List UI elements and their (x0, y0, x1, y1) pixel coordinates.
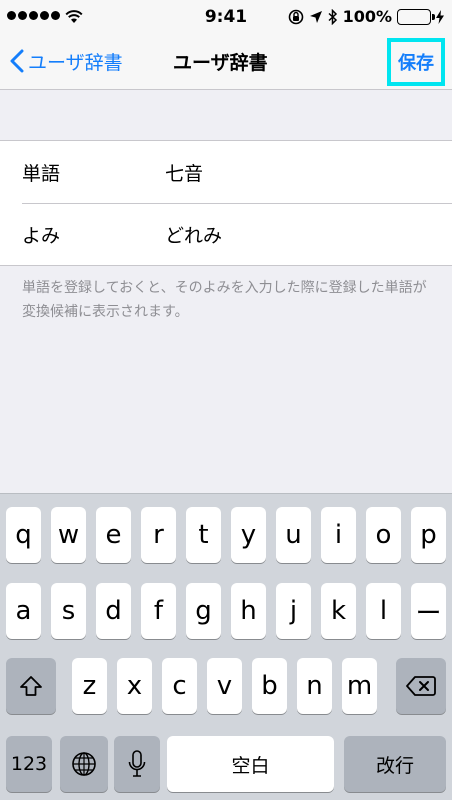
charging-bolt-icon (436, 9, 444, 24)
back-button[interactable]: ユーザ辞書 (10, 44, 123, 78)
key-j[interactable]: j (276, 583, 311, 639)
battery-icon (397, 8, 435, 25)
globe-key[interactable] (60, 736, 108, 792)
key-t[interactable]: t (186, 507, 221, 563)
battery-percent: 100% (342, 7, 392, 26)
key-long-vowel[interactable]: ー (411, 583, 446, 639)
key-c[interactable]: c (162, 658, 197, 714)
dictation-key[interactable] (114, 736, 160, 792)
page-title: ユーザ辞書 (173, 52, 268, 74)
numbers-key[interactable]: 123 (6, 736, 52, 792)
navigation-bar: ユーザ辞書 ユーザ辞書 保存 (0, 34, 452, 90)
reading-label: よみ (22, 224, 61, 247)
reading-input[interactable] (165, 223, 435, 245)
key-k[interactable]: k (321, 583, 356, 639)
keyboard: q w e r t y u i o p a s d f g h j k l ー … (0, 493, 452, 800)
shift-arrow-icon (20, 676, 42, 696)
key-e[interactable]: e (96, 507, 131, 563)
key-u[interactable]: u (276, 507, 311, 563)
status-bar: 9:41 100% (0, 0, 452, 34)
key-g[interactable]: g (186, 583, 221, 639)
status-right: 100% (288, 7, 444, 26)
back-button-label: ユーザ辞書 (28, 51, 123, 74)
save-button[interactable]: 保存 (387, 38, 445, 86)
key-w[interactable]: w (51, 507, 86, 563)
key-x[interactable]: x (117, 658, 152, 714)
shift-key[interactable] (6, 658, 56, 714)
key-p[interactable]: p (411, 507, 446, 563)
key-l[interactable]: l (366, 583, 401, 639)
key-m[interactable]: m (342, 658, 377, 714)
return-key[interactable]: 改行 (344, 736, 446, 792)
key-v[interactable]: v (207, 658, 242, 714)
word-row[interactable]: 単語 (0, 141, 452, 203)
word-input[interactable] (165, 161, 435, 183)
key-h[interactable]: h (231, 583, 266, 639)
space-key[interactable]: 空白 (167, 736, 334, 792)
word-label: 単語 (22, 162, 61, 185)
word-form: 単語 よみ (0, 140, 452, 266)
key-b[interactable]: b (252, 658, 287, 714)
delete-key[interactable] (396, 658, 446, 714)
globe-icon (72, 752, 96, 776)
chevron-left-icon (10, 49, 24, 73)
microphone-icon (128, 750, 146, 777)
reading-row[interactable]: よみ (0, 203, 452, 265)
location-arrow-icon (309, 10, 323, 24)
key-a[interactable]: a (6, 583, 41, 639)
screen: 9:41 100% ユーザ辞書 ユーザ辞書 保存 単語 七音 よみ どれみ 単語… (0, 0, 452, 800)
key-i[interactable]: i (321, 507, 356, 563)
key-z[interactable]: z (72, 658, 107, 714)
backspace-icon (406, 676, 436, 696)
key-f[interactable]: f (141, 583, 176, 639)
key-s[interactable]: s (51, 583, 86, 639)
key-r[interactable]: r (141, 507, 176, 563)
key-o[interactable]: o (366, 507, 401, 563)
key-n[interactable]: n (297, 658, 332, 714)
key-y[interactable]: y (231, 507, 266, 563)
key-q[interactable]: q (6, 507, 41, 563)
bluetooth-icon (328, 8, 338, 25)
key-d[interactable]: d (96, 583, 131, 639)
help-text: 単語を登録しておくと、そのよみを入力した際に登録した単語が変換候補に表示されます… (22, 280, 427, 320)
orientation-lock-icon (288, 9, 304, 25)
